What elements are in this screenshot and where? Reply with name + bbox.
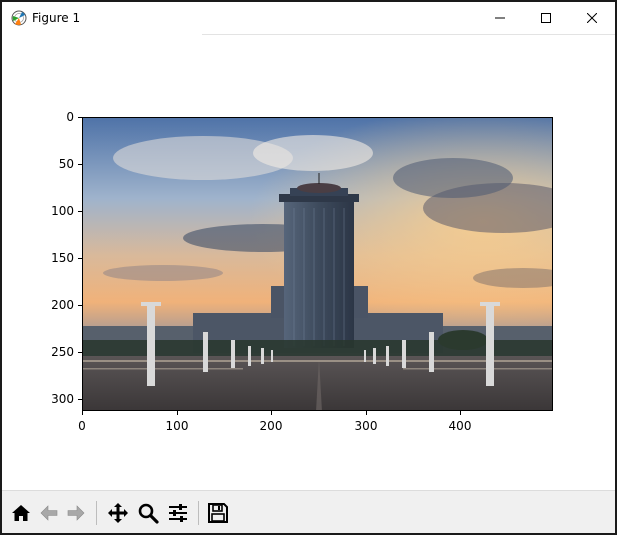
x-tick-label: 100: [165, 419, 189, 433]
title-bar[interactable]: Figure 1: [2, 2, 615, 34]
magnifier-icon: [138, 503, 159, 524]
building-photo: [83, 118, 552, 410]
back-button[interactable]: [36, 500, 62, 526]
y-tick-label: 200: [51, 298, 74, 312]
x-tick-label: 400: [448, 419, 472, 433]
maximize-icon: [541, 13, 551, 23]
home-icon: [12, 505, 30, 521]
y-tick-label: 100: [51, 204, 74, 218]
matplotlib-icon: [11, 10, 27, 26]
pan-button[interactable]: [105, 500, 131, 526]
save-button[interactable]: [205, 500, 231, 526]
x-tick-label: 0: [78, 419, 86, 433]
x-tick-mark: [271, 411, 272, 415]
x-tick-label: 200: [259, 419, 283, 433]
minimize-icon: [495, 17, 505, 19]
toolbar-separator: [198, 501, 199, 525]
x-tick-mark: [82, 411, 83, 415]
y-tick-label: 0: [66, 110, 74, 124]
configure-subplots-button[interactable]: [165, 500, 191, 526]
home-button[interactable]: [8, 500, 34, 526]
x-tick-label: 300: [354, 419, 378, 433]
forward-button[interactable]: [63, 500, 89, 526]
x-tick-mark: [366, 411, 367, 415]
close-button[interactable]: [569, 2, 615, 34]
toolbar-separator: [96, 501, 97, 525]
y-tick-label: 250: [51, 345, 74, 359]
y-tick-label: 150: [51, 251, 74, 265]
maximize-button[interactable]: [523, 2, 569, 34]
axes-image-area[interactable]: [82, 117, 553, 411]
y-tick-label: 300: [51, 392, 74, 406]
navigation-toolbar: [2, 490, 615, 533]
x-tick-mark: [177, 411, 178, 415]
minimize-button[interactable]: [477, 2, 523, 34]
figure-window: Figure 1 0 50 100 150 200 250 300 0 100 …: [0, 0, 617, 535]
move-icon: [108, 503, 128, 523]
y-tick-label: 50: [58, 157, 74, 171]
floppy-icon: [208, 503, 228, 523]
figure-canvas[interactable]: 0 50 100 150 200 250 300 0 100 200 300 4…: [2, 35, 615, 490]
arrow-left-icon: [40, 505, 58, 521]
arrow-right-icon: [67, 505, 85, 521]
zoom-button[interactable]: [135, 500, 161, 526]
close-icon: [587, 13, 597, 23]
x-tick-mark: [460, 411, 461, 415]
window-title: Figure 1: [32, 11, 81, 25]
sliders-icon: [169, 504, 187, 522]
